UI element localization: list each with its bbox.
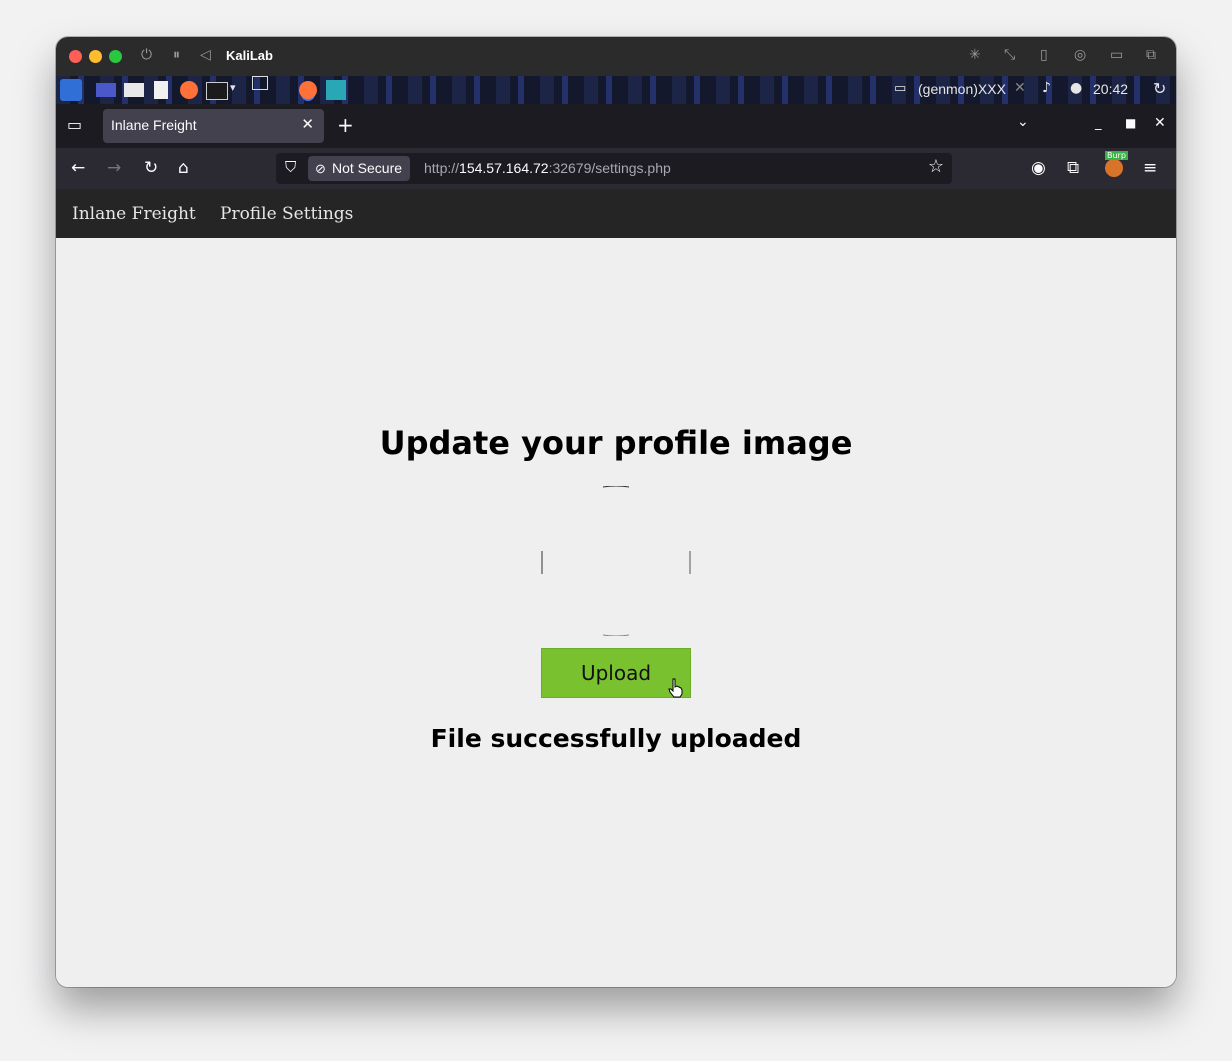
genmon-text: (genmon)XXX (918, 81, 1006, 97)
network-icon[interactable]: ◎ (1074, 47, 1086, 63)
terminal-icon[interactable] (206, 82, 228, 100)
usb-icon[interactable]: ▯ (1040, 47, 1048, 63)
tab-manager-icon[interactable]: ▭ (67, 115, 82, 134)
muted-speaker-icon[interactable]: ✕ (1014, 80, 1026, 96)
bell-icon[interactable]: ♪ (1042, 80, 1051, 96)
shield-icon[interactable]: ⛉ (285, 158, 296, 176)
workspace-icon[interactable] (252, 76, 268, 90)
nav-toolbar: ← → ↻ ⌂ ⛉ ⊘ Not Secure http://154.57.164… (56, 148, 1176, 189)
not-secure-label: Not Secure (332, 160, 403, 176)
close-window-button[interactable] (69, 50, 82, 63)
lock-slash-icon: ⊘ (315, 161, 326, 176)
vm-window: ⏻ ⏸ ◁ KaliLab ✳ ⤡ ▯ ◎ ▭ ⧉ ▾ ▭ (genmon)XX… (56, 37, 1176, 987)
minimize-icon[interactable]: _ (1095, 116, 1102, 131)
firefox-window-icon[interactable] (299, 81, 317, 99)
tab-strip: ▭ Inlane Freight ✕ + ⌄ _ ■ ✕ (56, 104, 1176, 148)
pause-icon[interactable]: ⏸ (173, 47, 180, 63)
reload-icon[interactable]: ↻ (144, 158, 158, 178)
window-close-icon[interactable]: ✕ (1154, 115, 1166, 131)
extensions-icon[interactable]: ⧉ (1067, 158, 1079, 178)
forward-arrow-icon[interactable]: → (107, 158, 121, 178)
hand-cursor-icon (668, 678, 683, 698)
site-navbar: Inlane Freight Profile Settings (56, 189, 1176, 238)
resize-icon[interactable]: ⤡ (1004, 47, 1015, 63)
upload-status-message: File successfully uploaded (430, 724, 802, 753)
files-icon[interactable] (124, 83, 144, 97)
account-icon[interactable]: ◉ (1031, 158, 1046, 178)
close-icon[interactable]: ✕ (301, 115, 314, 133)
power-manager-icon[interactable]: ● (1070, 80, 1082, 96)
power-icon[interactable]: ⏻ (141, 47, 152, 63)
refresh-icon[interactable]: ↻ (1153, 79, 1166, 98)
back-triangle-icon[interactable]: ◁ (200, 47, 211, 63)
tab-inlane-freight[interactable]: Inlane Freight ✕ (103, 109, 324, 143)
tab-title: Inlane Freight (111, 117, 197, 133)
text-editor-icon[interactable] (154, 81, 168, 99)
chevron-down-icon[interactable]: ▾ (230, 81, 236, 94)
profile-image[interactable] (541, 485, 691, 637)
burp-extension-icon[interactable]: Burp (1105, 151, 1128, 177)
brightness-icon[interactable]: ✳ (969, 47, 981, 63)
site-info-button[interactable]: ⊘ Not Secure (308, 156, 411, 181)
zoom-window-button[interactable] (109, 50, 122, 63)
menu-icon[interactable]: ≡ (1143, 158, 1157, 178)
home-icon[interactable]: ⌂ (178, 158, 189, 178)
list-all-tabs-icon[interactable]: ⌄ (1017, 114, 1029, 130)
site-brand-link[interactable]: Inlane Freight (72, 204, 196, 224)
new-tab-icon[interactable]: + (337, 113, 354, 137)
page-title: Update your profile image (379, 424, 853, 462)
nav-profile-settings[interactable]: Profile Settings (220, 204, 353, 224)
windows-icon[interactable]: ⧉ (1146, 47, 1156, 63)
minimize-window-button[interactable] (89, 50, 102, 63)
kali-menu-icon[interactable] (60, 79, 82, 101)
maximize-icon[interactable]: ■ (1125, 116, 1136, 130)
vm-titlebar: ⏻ ⏸ ◁ KaliLab ✳ ⤡ ▯ ◎ ▭ ⧉ (56, 37, 1176, 76)
page-content: Update your profile image Upload File su… (56, 238, 1176, 987)
desktop-icon[interactable] (96, 83, 116, 97)
monitor-icon: ▭ (894, 81, 907, 96)
app-window-icon[interactable] (326, 80, 346, 100)
back-arrow-icon[interactable]: ← (71, 158, 85, 178)
folder-icon[interactable]: ▭ (1110, 47, 1123, 63)
desktop-panel: ▾ ▭ (genmon)XXX ✕ ♪ ● 20:42 ↻ (56, 76, 1176, 104)
bookmark-star-icon[interactable]: ☆ (928, 156, 944, 177)
url-bar[interactable]: ⛉ ⊘ Not Secure http://154.57.164.72:3267… (276, 153, 952, 184)
vm-title: KaliLab (226, 48, 273, 63)
firefox-launcher-icon[interactable] (180, 81, 198, 99)
url-text[interactable]: http://154.57.164.72:32679/settings.php (424, 160, 671, 176)
panel-clock: 20:42 (1093, 81, 1129, 97)
